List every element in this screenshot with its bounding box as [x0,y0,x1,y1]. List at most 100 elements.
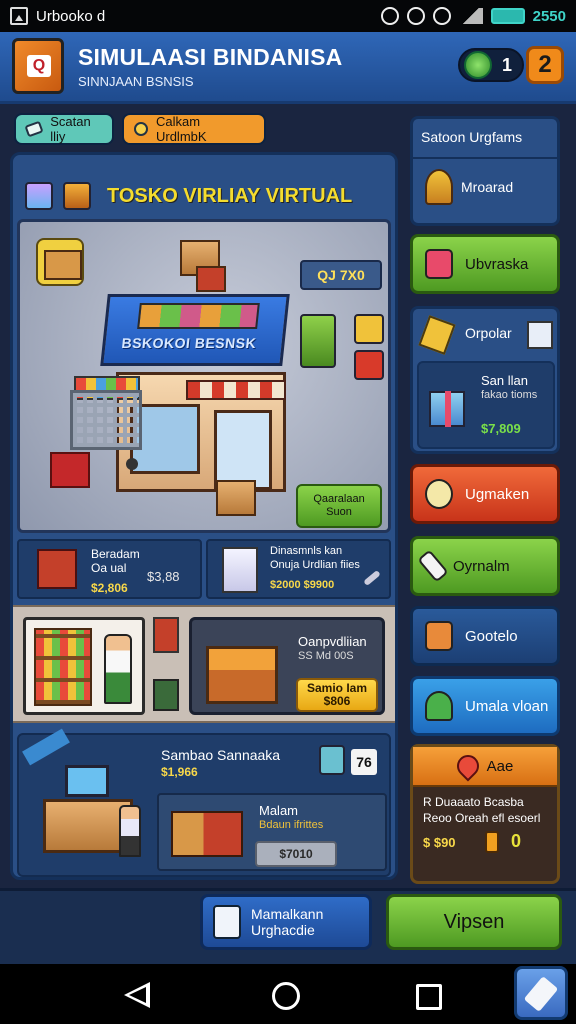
alarm-icon [380,7,399,25]
edit-fab-icon[interactable] [514,966,568,1020]
product-title: Dinasmnls kan [270,545,343,557]
battery-icon [490,8,525,24]
sidebar-button-label: Oyrnalm [453,557,510,575]
sidebar-button-oyrnalm[interactable]: Oyrnalm [410,536,560,596]
boxes-icon [196,266,226,292]
jar-icon[interactable] [319,745,345,775]
clock-icon [406,7,425,25]
product-subtitle: Onuja Urdlian fiies [270,559,360,571]
product-card[interactable]: Beradam Oa ual $2,806 $3,88 [17,539,202,599]
promo-row: Oanpvdliian SS Md 00S Samio Iam $806 [13,605,395,723]
signal-icon [458,8,483,24]
gift-box-icon [37,549,77,589]
cart-basket [70,390,142,450]
sidebar-item-card[interactable]: Orpolar San llan fakao tioms $7,809 [410,306,560,454]
sidebar-card-item[interactable]: San llan fakao tioms $7,809 [417,361,555,449]
promo-button-price: $806 [323,694,351,708]
product-title: Beradam [91,547,140,561]
back-icon[interactable] [124,982,150,1008]
product-subtitle: Oa ual [91,561,127,575]
status-app-name: Urbooko d [36,7,106,25]
sidebar-button-gootelo[interactable]: Gootelo [410,606,560,666]
calendar-pill-button[interactable]: Calkam UrdlmbK [122,113,266,145]
store-roof: BSKOKOI BESNSK [100,294,290,366]
shelf-card[interactable] [23,617,145,715]
coin-icon [134,122,148,136]
sidebar-button-ubvraska[interactable]: Ubvraska [410,234,560,294]
sidebar-card-item-title: San llan [481,373,528,388]
coins-counter[interactable]: 1 [458,48,524,82]
banner: TOSKO VIRLIAY VIRTUAL [25,169,389,223]
sidebar-header-item: Mroarad [461,179,514,195]
wrench-icon[interactable] [363,569,381,587]
special-offer-card[interactable]: Aae R Duaaato Bcasba Reoo Oreah efl esoe… [410,744,560,884]
system-nav-bar [0,964,576,1024]
home-icon[interactable] [272,982,300,1010]
register-screen [65,765,109,797]
shelf-icon [34,628,92,706]
settings-icon [432,7,451,25]
bag-icon[interactable] [354,350,384,380]
scene-button-line2: Suon [326,506,352,518]
app-subtitle: SINNJAAN BSNSIS [78,74,194,89]
status-time: 2550 [532,7,566,25]
sidebar-button-label: Ubvraska [465,255,529,273]
shop-item-card[interactable]: Malam Bdaun ifrittes $7010 [157,793,387,871]
primary-action-button[interactable]: Vipsen [386,894,562,950]
cashier-icon [119,805,141,857]
status-pill-label: Scatan lliy [50,114,91,144]
cash-counter-icon [43,765,141,857]
book-icon[interactable] [153,617,179,653]
manage-button-line2: Urghacdie [251,922,315,938]
shop-item-buy-button[interactable]: $7010 [255,841,337,867]
clipboard-icon [213,905,241,939]
manage-button-text: Mamalkann Urghacdie [251,906,323,938]
shop-item-subtitle: Bdaun ifrittes [259,819,324,831]
status-pill-button[interactable]: Scatan lliy [14,113,114,145]
image-icon [10,7,28,25]
product-card[interactable]: Dinasmnls kan Onuja Urdlian fiies $2000 … [206,539,391,599]
basket-icon [50,452,90,488]
frame-icon [425,621,453,651]
offer-line2: Reoo Oreah efl esoerl [423,811,541,825]
pencil-icon [418,315,456,355]
recent-apps-icon[interactable] [416,984,442,1010]
boxes-icon [171,811,243,857]
store-awning [186,380,286,400]
gift-icon [429,391,465,427]
offer-price: $ $90 [423,835,456,850]
scene-action-button[interactable]: Qaaralaan Suon [296,484,382,528]
crate-icon[interactable] [153,679,179,711]
status-bar: Urbooko d 2550 [0,0,576,32]
offer-title: Aae [486,757,514,775]
manage-button[interactable]: Mamalkann Urghacdie [200,894,372,950]
sidebar-header-title: Satoon Urgfams [421,129,523,145]
divider [413,157,557,159]
sidebar-card-item-subtitle: fakao tioms [481,389,538,401]
price-tag[interactable]: QJ 7X0 [300,260,382,290]
fruit-basket-icon [206,646,278,704]
shelf-icon[interactable] [300,314,336,368]
sidebar-header-card[interactable]: Satoon Urgfams Mroarad [410,116,560,226]
ribbon-icon [22,728,70,766]
cube-icon [527,321,553,349]
star-icon[interactable] [354,314,384,344]
store-sign: BSKOKOI BESNSK [120,335,258,351]
offer-header: Aae [413,747,557,787]
promo-card[interactable]: Oanpvdliian SS Md 00S Samio Iam $806 [189,617,385,715]
box-badge-icon[interactable] [36,238,84,286]
key-icon [425,479,453,509]
sidebar-button-label: Umala vloan [465,697,549,715]
calendar-pill-label: Calkam UrdlmbK [155,114,207,144]
trophy-icon [425,169,453,205]
store-scene[interactable]: QJ 7X0 BSKOKOI BESNSK Qaaralaan Suon [17,219,391,533]
mini-items [153,617,181,713]
level-button[interactable]: 2 [526,46,564,84]
tag-icon [24,120,44,138]
sidebar-button-label: Ugmaken [465,485,530,503]
sidebar-button-upgrade[interactable]: Ugmaken [410,464,560,524]
sidebar-button-umala[interactable]: Umala vloan [410,676,560,736]
manage-button-line1: Mamalkann [251,905,324,922]
promo-buy-button[interactable]: Samio Iam $806 [296,678,378,712]
shop-panel: Sambao Sannaaka $1,966 76 Malam Bdaun if… [17,728,391,877]
